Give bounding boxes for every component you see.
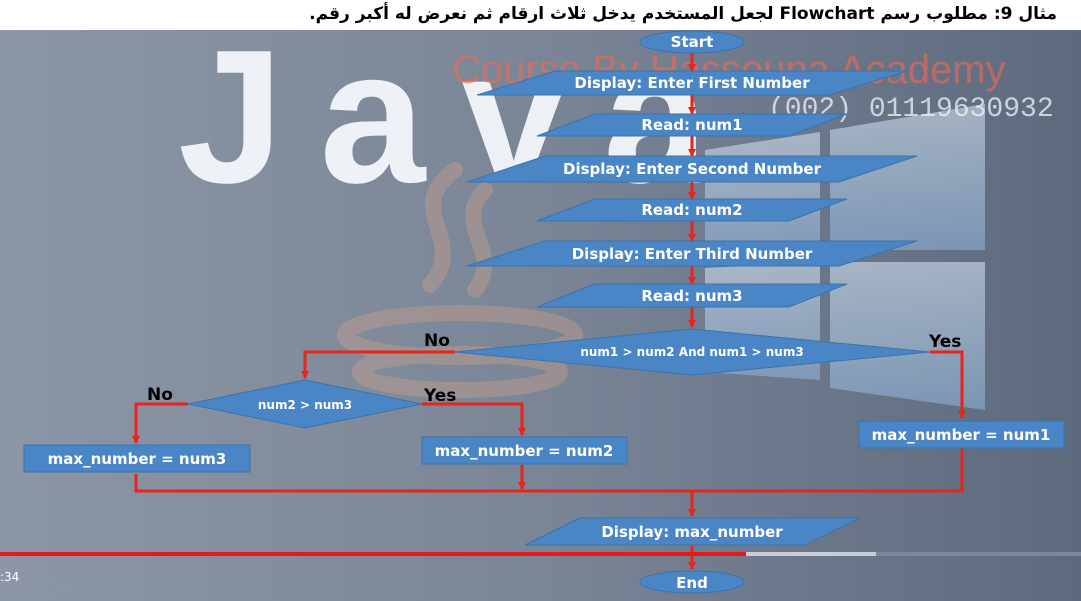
arrow-decision1-no [301,350,455,379]
display-second-label: Display: Enter Second Number [563,160,821,178]
arrow-decision2-no [132,402,188,444]
shapes [23,30,1065,594]
progress-played [0,552,746,556]
decision2-no-label: No [147,385,173,405]
read-num2-label: Read: num2 [641,201,743,219]
decision1-no-label: No [424,331,450,351]
more-icon[interactable] [156,579,172,595]
assign-num1-label: max_number = num1 [871,426,1051,444]
captions-icon[interactable] [100,579,116,595]
assign-num2-label: max_number = num2 [434,442,614,460]
decision1-label: num1 > num2 And num1 > num3 [580,345,804,359]
arrow-decision1-yes [930,350,966,419]
display-third-label: Display: Enter Third Number [571,245,813,263]
video-time: :34 [0,570,20,584]
assign-num3-label: max_number = num3 [47,450,227,468]
next-icon[interactable] [44,579,60,595]
play-icon[interactable] [18,579,34,595]
decision2-yes-label: Yes [424,386,457,406]
fullscreen-icon[interactable] [70,579,86,595]
display-max-label: Display: max_number [601,523,783,541]
video-frame: Java Course By Hassouna Academy (002) 01… [0,0,1081,601]
read-num3-label: Read: num3 [641,287,743,305]
arrow-decision2-yes [422,402,526,436]
end-label: End [676,574,708,592]
read-num1-label: Read: num1 [641,116,743,134]
flowchart [0,30,1081,594]
connectors [132,52,966,570]
display-first-label: Display: Enter First Number [574,74,810,92]
search-icon[interactable] [128,579,144,595]
decision2-label: num2 > num3 [257,398,353,412]
video-progress[interactable] [0,552,1081,556]
decision1-yes-label: Yes [929,332,962,352]
start-label: Start [670,33,714,51]
